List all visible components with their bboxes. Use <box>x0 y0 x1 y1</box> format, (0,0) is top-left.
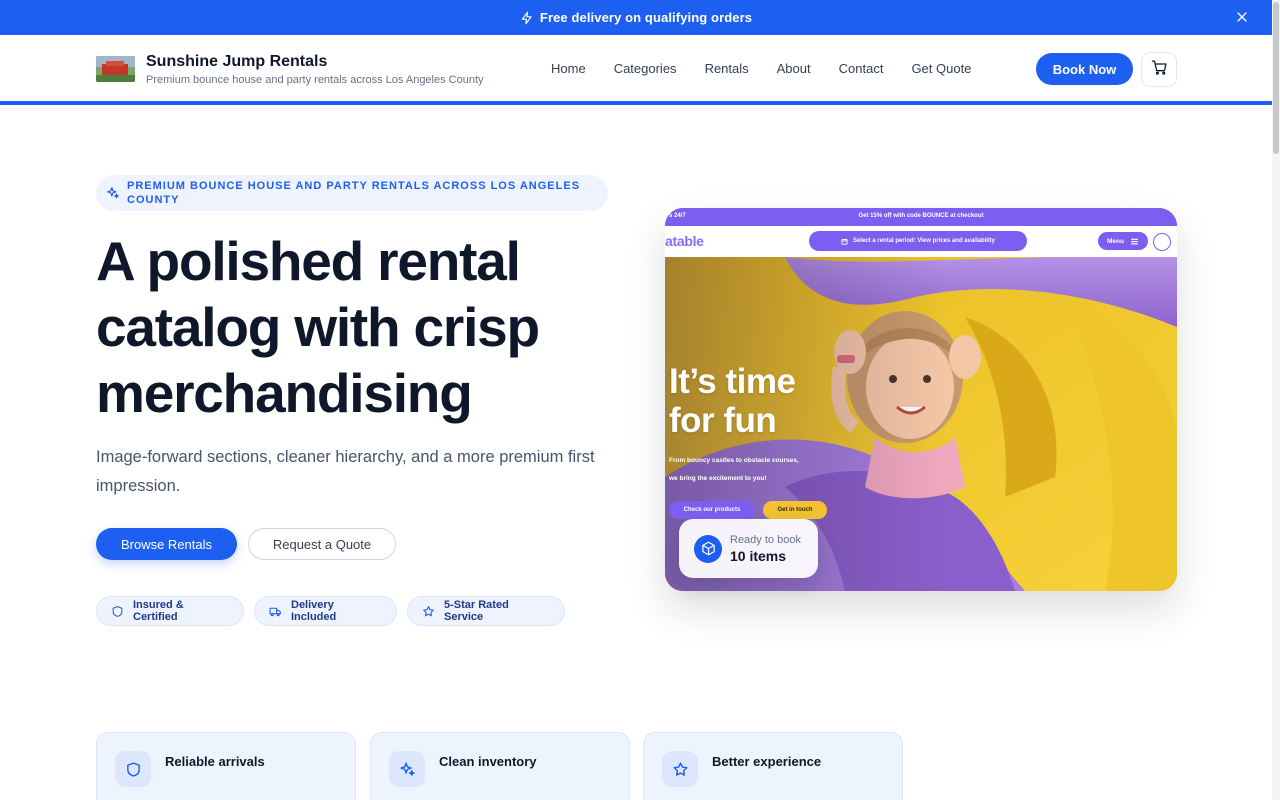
preview-headline-line1: It’s time <box>669 362 796 401</box>
preview-headline: It’s time for fun <box>669 362 796 440</box>
preview-copy-line1: From bouncy castles to obstacle courses, <box>669 457 799 464</box>
close-icon[interactable] <box>1234 9 1250 25</box>
ready-label: Ready to book <box>730 533 801 546</box>
sparkles-icon <box>389 751 425 787</box>
preview-menu-label: Menu <box>1107 237 1124 245</box>
feature-title: Clean inventory <box>439 754 537 769</box>
badge-insured-label: Insured & Certified <box>133 599 184 623</box>
scrollbar-thumb[interactable] <box>1273 2 1279 154</box>
badge-insured: Insured & Certified <box>96 596 244 626</box>
badge-rated-label: 5-Star Rated Service <box>444 599 509 623</box>
preview-copy: From bouncy castles to obstacle courses,… <box>669 452 839 488</box>
box-icon <box>694 534 722 563</box>
feature-title: Reliable arrivals <box>165 754 265 769</box>
book-now-button[interactable]: Book Now <box>1036 53 1133 85</box>
hero-title: A polished rental catalog with crisp mer… <box>96 230 540 424</box>
nav-home[interactable]: Home <box>551 61 586 76</box>
preview-products-button: Check our products <box>669 501 755 519</box>
site-header: Sunshine Jump Rentals Premium bounce hou… <box>0 35 1272 105</box>
preview-calendar-icon <box>841 238 848 245</box>
preview-promo-bar: s 24/7 Get 15% off with code BOUNCE at c… <box>665 208 1177 226</box>
badge-delivery: Delivery Included <box>254 596 397 626</box>
cart-icon <box>1151 59 1168 81</box>
nav-about[interactable]: About <box>777 61 811 76</box>
feature-card-reliable: Reliable arrivals <box>96 732 356 800</box>
nav-categories[interactable]: Categories <box>614 61 677 76</box>
hero-eyebrow-pill: PREMIUM BOUNCE HOUSE AND PARTY RENTALS A… <box>96 175 608 211</box>
preview-topbar-center: Get 15% off with code BOUNCE at checkout <box>858 213 984 219</box>
lightning-icon <box>520 11 534 25</box>
star-icon <box>423 605 434 616</box>
ready-to-book-card: Ready to book 10 items <box>679 519 818 578</box>
announcement-text: Free delivery on qualifying orders <box>539 10 753 25</box>
preview-logo: atable <box>665 233 704 249</box>
preview-account-icon <box>1153 233 1171 251</box>
logo-image[interactable] <box>96 56 135 82</box>
request-quote-button[interactable]: Request a Quote <box>248 528 396 560</box>
shield-icon <box>112 605 123 617</box>
truck-icon <box>269 607 281 616</box>
hero-subtitle: Image-forward sections, cleaner hierarch… <box>96 448 595 495</box>
ready-value: 10 items <box>730 547 787 564</box>
preview-touch-button: Get in touch <box>763 501 827 519</box>
feature-card-clean: Clean inventory <box>370 732 630 800</box>
feature-title: Better experience <box>712 754 822 769</box>
badge-delivery-label: Delivery Included <box>291 599 337 623</box>
preview-headline-line2: for fun <box>669 401 777 440</box>
announcement-bar: Free delivery on qualifying orders <box>0 0 1272 35</box>
nav-contact[interactable]: Contact <box>839 61 884 76</box>
cart-button[interactable] <box>1141 52 1177 87</box>
preview-period-label: Select a rental period: View prices and … <box>853 238 995 244</box>
preview-nav: atable Select a rental period: View pric… <box>665 226 1177 257</box>
brand-name[interactable]: Sunshine Jump Rentals <box>146 53 484 71</box>
preview-period-selector: Select a rental period: View prices and … <box>809 231 1027 251</box>
main-nav: Home Categories Rentals About Contact Ge… <box>551 61 999 76</box>
brand-tagline: Premium bounce house and party rentals a… <box>146 74 484 86</box>
star-icon <box>662 751 698 787</box>
preview-hamburger-icon <box>1130 237 1139 246</box>
sparkles-icon <box>106 186 120 200</box>
nav-get-quote[interactable]: Get Quote <box>911 61 971 76</box>
preview-menu: Menu <box>1098 232 1148 250</box>
page-scrollbar[interactable] <box>1272 0 1280 800</box>
browse-rentals-button[interactable]: Browse Rentals <box>96 528 237 560</box>
badge-rated: 5-Star Rated Service <box>407 596 565 626</box>
feature-card-experience: Better experience <box>643 732 903 800</box>
brand: Sunshine Jump Rentals Premium bounce hou… <box>146 53 484 86</box>
shield-icon <box>115 751 151 787</box>
preview-copy-line2: we bring the excitement to you! <box>669 475 767 482</box>
hero-eyebrow-text: PREMIUM BOUNCE HOUSE AND PARTY RENTALS A… <box>127 180 581 206</box>
nav-rentals[interactable]: Rentals <box>705 61 749 76</box>
